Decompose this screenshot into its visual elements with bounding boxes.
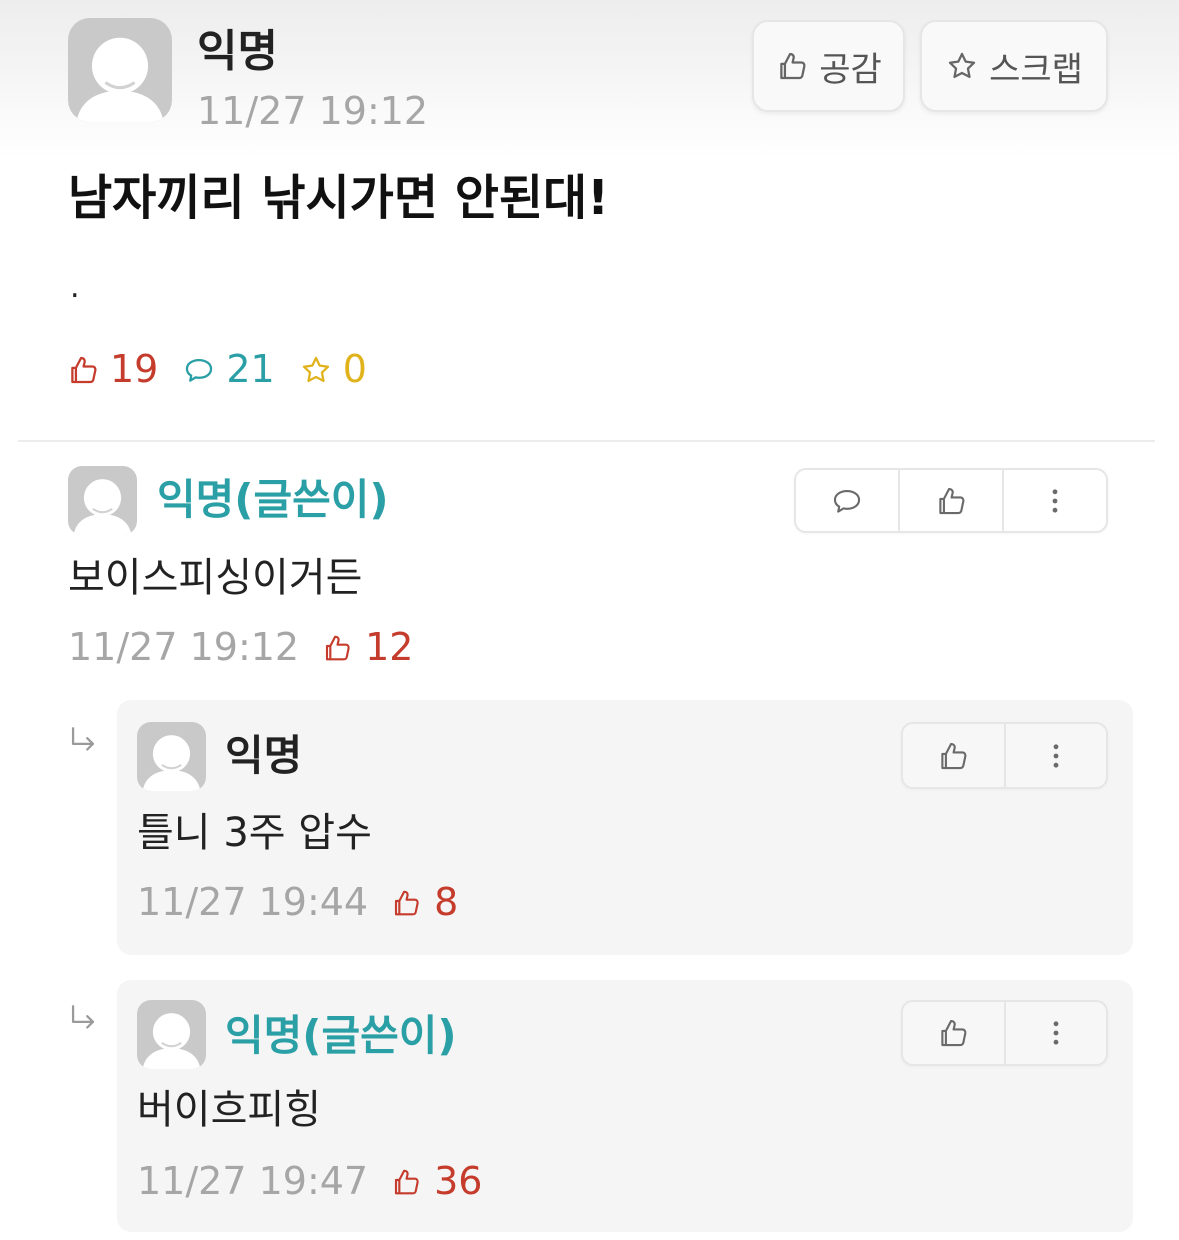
reply-meta: 11/27 19:47 36 xyxy=(137,1159,482,1205)
reply-actions xyxy=(901,1000,1108,1066)
reply-more-button[interactable] xyxy=(1003,724,1107,787)
like-button[interactable]: 공감 xyxy=(752,20,905,112)
scrap-count: 0 xyxy=(342,347,367,391)
comment-like-button[interactable] xyxy=(898,470,1002,531)
comment-count: 21 xyxy=(226,347,275,391)
comment-like-stat: 12 xyxy=(321,625,413,671)
reply-text: 틀니 3주 압수 xyxy=(137,810,372,856)
star-icon xyxy=(948,52,976,79)
post-title: 남자끼리 낚시가면 안된대! xyxy=(68,170,610,226)
reply-meta: 11/27 19:44 8 xyxy=(137,880,458,926)
reply-arrow-icon xyxy=(71,727,95,751)
default-avatar-icon xyxy=(73,479,132,535)
reply-arrow-icon xyxy=(71,1005,95,1029)
scrap-button-label: 스크랩 xyxy=(989,49,1083,90)
comment-timestamp: 11/27 19:12 xyxy=(68,625,300,669)
comment-like-count: 12 xyxy=(365,625,414,669)
more-vertical-icon xyxy=(1052,488,1058,513)
thumbs-up-icon xyxy=(395,1169,419,1195)
reply-more-button[interactable] xyxy=(1003,1002,1107,1064)
comment-text: 보이스피싱이거든 xyxy=(68,555,363,601)
thumbs-up-icon xyxy=(395,890,419,916)
reply-timestamp: 11/27 19:44 xyxy=(137,880,369,924)
reply-like-stat: 8 xyxy=(390,880,458,926)
divider xyxy=(18,440,1155,442)
reply-avatar xyxy=(137,1000,206,1069)
thumbs-up-icon xyxy=(939,487,965,514)
scrap-stat: 0 xyxy=(299,347,367,393)
scrap-button[interactable]: 스크랩 xyxy=(920,20,1108,112)
comment-more-button[interactable] xyxy=(1002,470,1106,531)
thumbs-up-icon xyxy=(326,635,350,661)
thumbs-up-icon xyxy=(941,742,967,769)
reply-like-stat: 36 xyxy=(390,1159,482,1205)
reply-author: 익명 xyxy=(225,731,303,780)
like-count: 19 xyxy=(110,347,159,391)
reply-author: 익명(글쓴이) xyxy=(225,1011,457,1060)
default-avatar-icon xyxy=(142,735,201,791)
thumbs-up-icon xyxy=(941,1020,967,1047)
thumbs-up-icon xyxy=(780,52,806,80)
default-avatar-icon xyxy=(142,1013,201,1069)
post-stats: 19 21 0 xyxy=(66,347,367,393)
more-vertical-icon xyxy=(1053,1021,1059,1045)
comment-icon xyxy=(186,358,213,382)
comment-meta: 11/27 19:12 12 xyxy=(68,625,413,671)
comment-avatar xyxy=(68,466,137,535)
post-author-avatar xyxy=(68,18,172,122)
reply-text: 버이흐피힝 xyxy=(137,1087,321,1133)
reply-actions xyxy=(901,722,1108,789)
comment-author: 익명(글쓴이) xyxy=(157,475,389,524)
like-button-label: 공감 xyxy=(819,49,882,90)
star-icon xyxy=(302,356,329,382)
reply-item: 익명 틀니 3주 압수 11/27 19:44 8 xyxy=(117,700,1133,955)
post-author: 익명 xyxy=(197,26,278,77)
comment-stat: 21 xyxy=(182,347,275,393)
like-stat: 19 xyxy=(66,347,158,393)
reply-like-count: 8 xyxy=(434,880,459,924)
thumbs-up-icon xyxy=(71,356,97,383)
reply-like-button[interactable] xyxy=(903,1002,1004,1064)
comment-icon xyxy=(833,489,861,513)
reply-like-button[interactable] xyxy=(903,724,1004,787)
default-avatar-icon xyxy=(76,37,164,122)
reply-timestamp: 11/27 19:47 xyxy=(137,1159,369,1203)
reply-button[interactable] xyxy=(796,470,898,531)
post-timestamp: 11/27 19:12 xyxy=(197,89,429,133)
reply-like-count: 36 xyxy=(434,1159,483,1203)
comment-actions xyxy=(794,468,1108,533)
reply-avatar xyxy=(137,722,206,791)
more-vertical-icon xyxy=(1053,743,1059,768)
post-body: . xyxy=(70,270,80,305)
reply-item: 익명(글쓴이) 버이흐피힝 11/27 19:47 36 xyxy=(117,980,1133,1232)
